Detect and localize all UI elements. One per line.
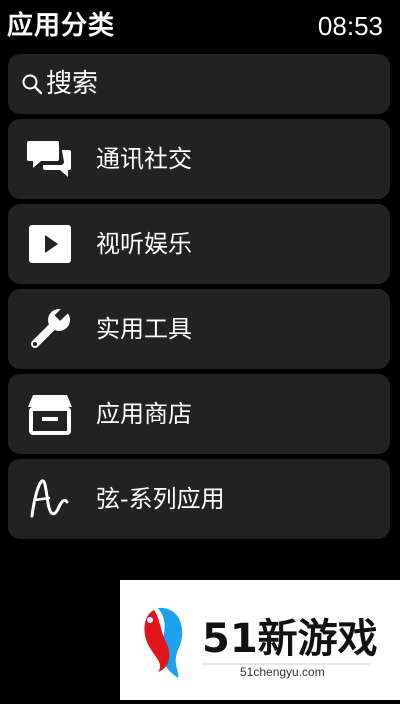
- category-store[interactable]: 应用商店: [8, 374, 390, 454]
- watermark: 51新游戏 51chengyu.com: [120, 580, 400, 700]
- clock: 08:53: [317, 11, 383, 41]
- watermark-logo: 51新游戏 51chengyu.com: [144, 607, 378, 679]
- category-social[interactable]: 通讯社交: [8, 119, 390, 199]
- watermark-brand: 51新游戏: [202, 616, 378, 662]
- watermark-domain: 51chengyu.com: [240, 665, 325, 679]
- category-label: 弦-系列应用: [96, 485, 225, 513]
- category-label: 通讯社交: [96, 145, 192, 173]
- status-bar: 应用分类 08:53: [0, 0, 400, 50]
- store-icon: [26, 390, 74, 438]
- category-list: 通讯社交 视听娱乐 实用工具 应用商店 弦-系列应用: [8, 119, 390, 544]
- play-icon: [26, 220, 74, 268]
- wrench-icon: [26, 305, 74, 353]
- search-bar[interactable]: 搜索: [8, 54, 390, 114]
- xian-logo-icon: [26, 475, 74, 523]
- search-icon: [22, 74, 43, 95]
- category-xian-apps[interactable]: 弦-系列应用: [8, 459, 390, 539]
- category-label: 应用商店: [96, 400, 192, 428]
- chat-bubbles-icon: [26, 135, 74, 183]
- category-media[interactable]: 视听娱乐: [8, 204, 390, 284]
- category-label: 实用工具: [96, 315, 192, 343]
- page-title: 应用分类: [7, 11, 116, 41]
- search-label: 搜索: [46, 69, 99, 99]
- category-tools[interactable]: 实用工具: [8, 289, 390, 369]
- category-label: 视听娱乐: [96, 230, 192, 258]
